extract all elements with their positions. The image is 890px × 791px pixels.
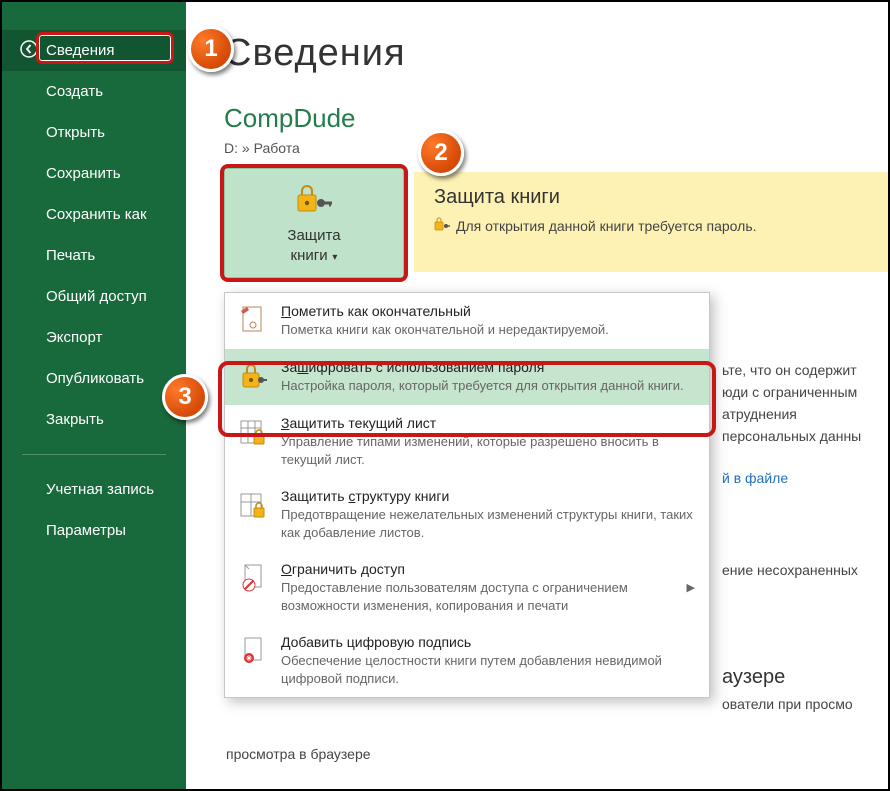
sidebar-item-options[interactable]: Параметры [2, 510, 186, 551]
bg-text: юди с ограниченным [722, 382, 857, 403]
lock-key-small-icon [434, 217, 450, 234]
menu-desc: Настройка пароля, который требуется для … [281, 377, 684, 395]
protect-info-banner: Защита книги Для открытия данной книги т… [414, 172, 888, 272]
menu-title: Добавить цифровую подпись [281, 634, 695, 650]
protect-dropdown: Пометить как окончательный Пометка книги… [224, 292, 710, 698]
sidebar-item-save-as[interactable]: Сохранить как [2, 194, 186, 235]
menu-title: Защитить структуру книги [281, 488, 695, 504]
sidebar-item-open[interactable]: Открыть [2, 112, 186, 153]
menu-title: Защитить текущий лист [281, 415, 695, 431]
menu-desc: Предоставление пользователям доступа с о… [281, 579, 675, 614]
sidebar-item-print[interactable]: Печать [2, 235, 186, 276]
sidebar: Сведения Создать Открыть Сохранить Сохра… [2, 2, 186, 789]
menu-title: Зашифровать с использованием пароля [281, 359, 684, 375]
menu-title: Пометить как окончательный [281, 303, 609, 319]
callout-badge-2: 2 [418, 130, 464, 176]
bg-text: просмотра в браузере [226, 744, 371, 765]
menu-title: Ограничить доступ [281, 561, 675, 577]
document-name: CompDude [224, 103, 888, 134]
menu-desc: Пометка книги как окончательной и нереда… [281, 321, 609, 339]
sidebar-item-share[interactable]: Общий доступ [2, 276, 186, 317]
sidebar-item-save[interactable]: Сохранить [2, 153, 186, 194]
restrict-icon [237, 561, 269, 597]
bg-text: ьте, что он содержит [722, 360, 857, 381]
bg-heading: аузере [722, 662, 785, 692]
menu-mark-final[interactable]: Пометить как окончательный Пометка книги… [225, 293, 709, 349]
sidebar-item-publish[interactable]: Опубликовать [2, 358, 186, 399]
mark-final-icon [237, 303, 269, 339]
chevron-right-icon: ▶ [687, 581, 695, 594]
callout-badge-1: 1 [188, 26, 234, 72]
menu-desc: Предотвращение нежелательных изменений с… [281, 506, 695, 541]
menu-desc: Управление типами изменений, которые раз… [281, 433, 695, 468]
lock-key-icon [294, 181, 334, 220]
menu-protect-sheet[interactable]: Защитить текущий лист Управление типами … [225, 405, 709, 478]
sidebar-item-account[interactable]: Учетная запись [2, 469, 186, 510]
sidebar-item-close[interactable]: Закрыть [2, 399, 186, 440]
banner-title: Защита книги [434, 186, 868, 209]
banner-message: Для открытия данной книги требуется паро… [456, 218, 757, 234]
protect-button-label: Защита книги ▾ [287, 226, 340, 265]
bg-text: персональных данны [722, 426, 861, 447]
bg-link[interactable]: й в файле [722, 468, 788, 489]
page-title: Сведения [224, 32, 888, 75]
bg-text: атруднения [722, 404, 797, 425]
menu-desc: Обеспечение целостности книги путем доба… [281, 652, 695, 687]
callout-frame-1 [36, 32, 174, 64]
chevron-down-icon: ▾ [330, 252, 338, 263]
protect-section: Защита книги ▾ Защита книги Для открытия… [224, 168, 888, 288]
sidebar-item-new[interactable]: Создать [2, 71, 186, 112]
menu-restrict-access[interactable]: Ограничить доступ Предоставление пользов… [225, 551, 709, 624]
menu-protect-structure[interactable]: Защитить структуру книги Предотвращение … [225, 478, 709, 551]
menu-digital-signature[interactable]: Добавить цифровую подпись Обеспечение це… [225, 624, 709, 697]
protect-workbook-button[interactable]: Защита книги ▾ [224, 168, 404, 278]
encrypt-icon [237, 359, 269, 395]
bg-text: ователи при просмо [722, 694, 853, 715]
signature-icon [237, 634, 269, 670]
bg-text: ение несохраненных [722, 560, 858, 581]
structure-lock-icon [237, 488, 269, 524]
sidebar-item-export[interactable]: Экспорт [2, 317, 186, 358]
document-path: D: » Работа [224, 140, 888, 156]
divider [22, 454, 166, 455]
callout-badge-3: 3 [162, 374, 208, 420]
sheet-lock-icon [237, 415, 269, 451]
menu-encrypt-password[interactable]: Зашифровать с использованием пароля Наст… [225, 349, 709, 405]
